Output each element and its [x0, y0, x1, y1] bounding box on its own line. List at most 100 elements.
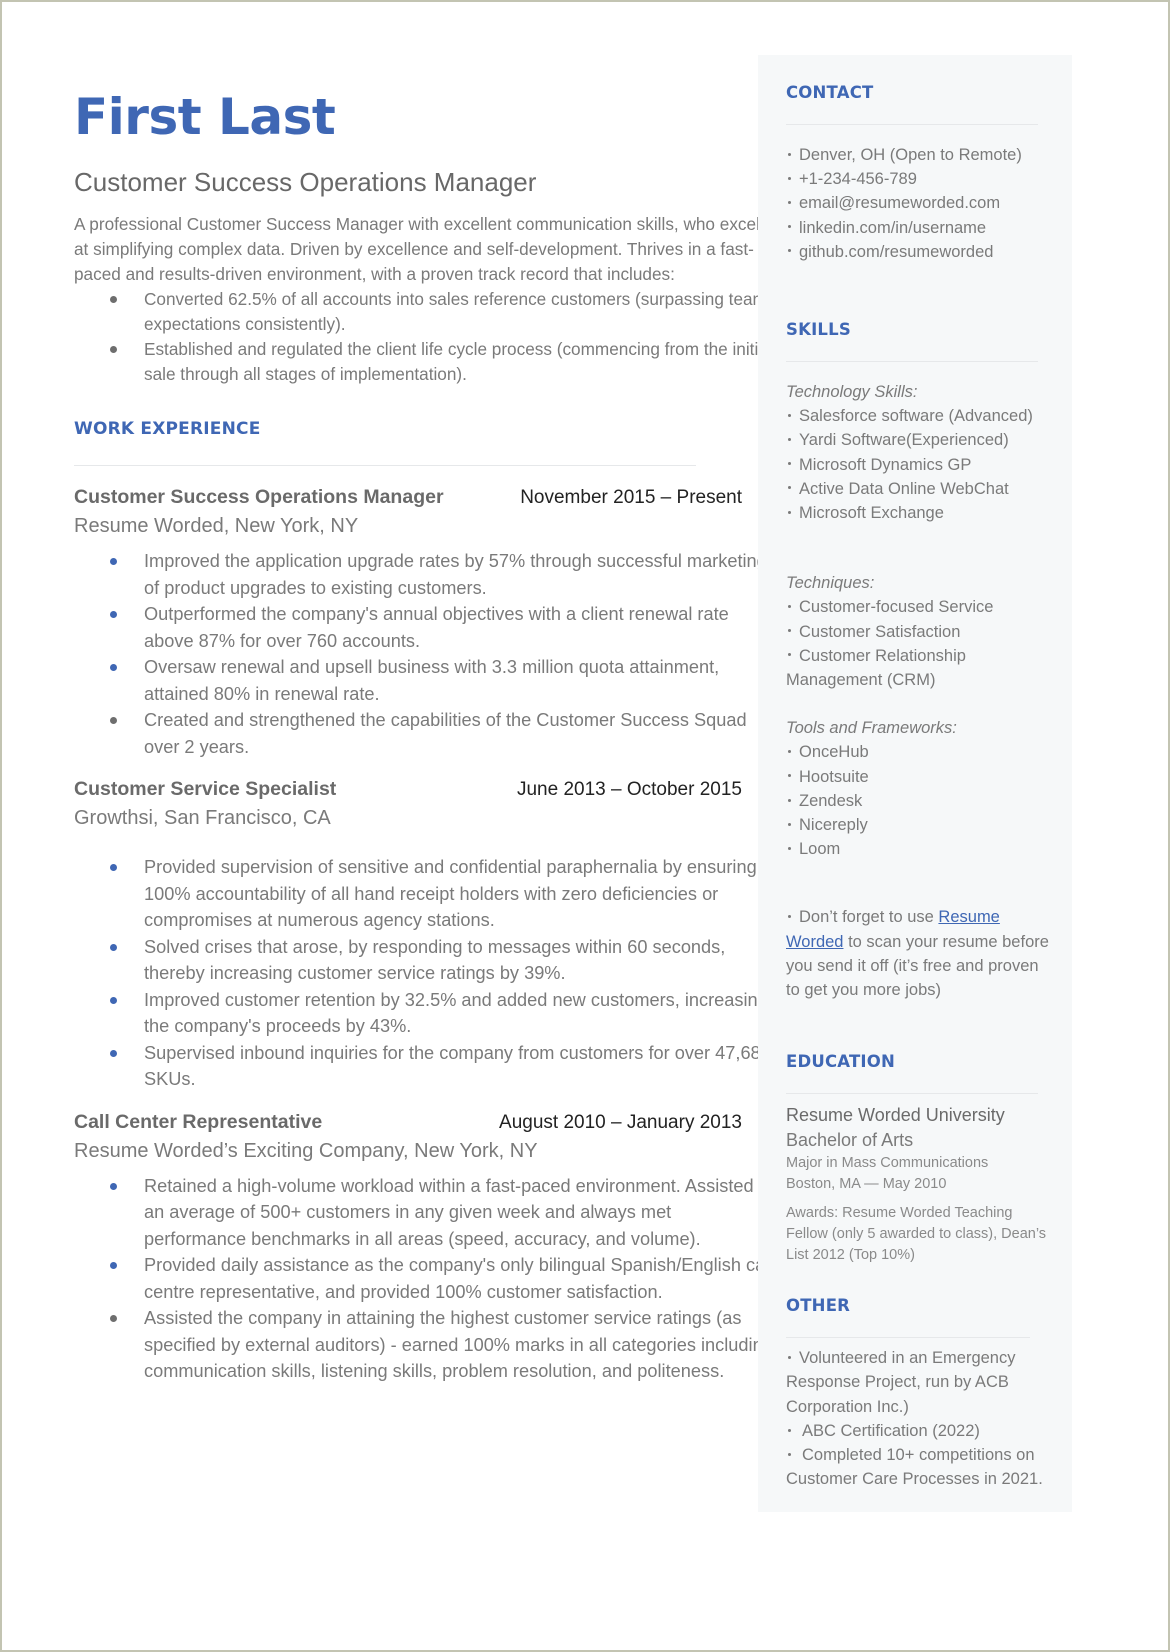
skill-item: Hootsuite — [786, 765, 1056, 789]
bullet-dot-icon — [788, 176, 791, 180]
bullet-dot-icon — [788, 774, 791, 778]
other-item: Completed 10+ competitions on Customer C… — [786, 1446, 1043, 1489]
bullet-dot-icon — [110, 1182, 117, 1190]
contact-location: Denver, OH (Open to Remote) — [786, 143, 1056, 167]
contact-list: Denver, OH (Open to Remote) +1-234-456-7… — [786, 143, 1056, 264]
bullet-dot-icon — [110, 558, 117, 565]
bullet-dot-icon — [110, 1315, 117, 1322]
techniques-label: Techniques: — [786, 574, 875, 593]
job-bullets: Provided supervision of sensitive and co… — [74, 854, 774, 1093]
skill-item: Zendesk — [786, 789, 1056, 813]
resume-tip: Don’t forget to use Resume Worded to sca… — [786, 908, 1049, 1000]
bullet-dot-icon — [788, 1452, 791, 1456]
job-dates: August 2010 – January 2013 — [499, 1111, 742, 1133]
bullet-dot-icon — [788, 822, 791, 826]
bullet-dot-icon — [788, 510, 791, 514]
job-title: Call Center Representative — [74, 1110, 323, 1133]
skill-item: Customer Satisfaction — [786, 620, 1056, 644]
summary-bullets: Converted 62.5% of all accounts into sal… — [74, 287, 774, 387]
job-company: Growthsi, San Francisco, CA — [74, 807, 331, 829]
job-bullet: Provided daily assistance as the company… — [74, 1252, 774, 1305]
other-list: Volunteered in an Emergency Response Pro… — [786, 1346, 1056, 1491]
summary-text: A professional Customer Success Manager … — [74, 214, 769, 284]
summary-bullet: Converted 62.5% of all accounts into sal… — [74, 287, 774, 337]
education-location-date: Boston, MA — May 2010 — [786, 1176, 947, 1193]
bullet-dot-icon — [788, 201, 791, 205]
education-school: Resume Worded University — [786, 1105, 1005, 1126]
bullet-dot-icon — [788, 653, 791, 657]
bullet-dot-icon — [788, 152, 791, 156]
technology-skills-list: Salesforce software (Advanced) Yardi Sof… — [786, 404, 1056, 525]
job-entry: Call Center Representative August 2010 –… — [74, 1111, 774, 1385]
other-heading: OTHER — [786, 1296, 851, 1316]
job-bullets: Retained a high-volume workload within a… — [74, 1173, 774, 1385]
skill-item: Microsoft Dynamics GP — [786, 453, 1056, 477]
candidate-name: First Last — [74, 88, 336, 146]
job-bullet: Provided supervision of sensitive and co… — [74, 854, 774, 934]
bullet-dot-icon — [110, 1262, 117, 1269]
bullet-dot-icon — [110, 996, 117, 1004]
other-item: Volunteered in an Emergency Response Pro… — [786, 1349, 1016, 1416]
job-bullet: Solved crises that arose, by responding … — [74, 934, 774, 987]
skill-item: Salesforce software (Advanced) — [786, 404, 1056, 428]
job-bullet: Improved the application upgrade rates b… — [74, 548, 774, 601]
tools-label: Tools and Frameworks: — [786, 719, 957, 738]
bullet-dot-icon — [110, 664, 117, 671]
section-divider — [786, 124, 1038, 125]
bullet-dot-icon — [110, 717, 117, 724]
bullet-dot-icon — [788, 1355, 791, 1359]
job-header: Call Center Representative August 2010 –… — [74, 1111, 742, 1134]
job-title: Customer Service Specialist — [74, 778, 337, 800]
job-header: Customer Success Operations Manager Nove… — [74, 486, 742, 509]
bullet-dot-icon — [110, 296, 117, 303]
job-bullet: Retained a high-volume workload within a… — [74, 1173, 774, 1253]
section-divider — [786, 1093, 1038, 1095]
contact-phone[interactable]: +1-234-456-789 — [786, 167, 1056, 191]
job-entry: Customer Success Operations Manager Nove… — [74, 486, 774, 760]
bullet-dot-icon — [788, 798, 791, 802]
job-dates: June 2013 – October 2015 — [516, 779, 742, 800]
job-bullet: Oversaw renewal and upsell business with… — [74, 654, 774, 707]
education-awards: Awards: Resume Worded Teaching Fellow (o… — [786, 1205, 1047, 1264]
bullet-dot-icon — [788, 438, 791, 442]
job-bullets: Improved the application upgrade rates b… — [74, 548, 774, 760]
education-degree: Bachelor of Arts — [786, 1130, 914, 1151]
skill-item: Loom — [786, 837, 1056, 861]
skill-item: Nicereply — [786, 813, 1056, 837]
resume-page: First Last Customer Success Operations M… — [0, 0, 1170, 1652]
bullet-dot-icon — [788, 486, 791, 490]
job-bullet: Outperformed the company's annual object… — [74, 601, 774, 654]
candidate-title: Customer Success Operations Manager — [74, 167, 537, 197]
technology-skills-label: Technology Skills: — [786, 383, 918, 402]
bullet-dot-icon — [788, 249, 791, 253]
job-header: Customer Service Specialist June 2013 – … — [74, 778, 742, 801]
bullet-dot-icon — [788, 605, 791, 609]
contact-email[interactable]: email@resumeworded.com — [786, 191, 1056, 215]
bullet-dot-icon — [788, 846, 791, 850]
contact-linkedin[interactable]: linkedin.com/in/username — [786, 216, 1056, 240]
techniques-list: Customer-focused Service Customer Satisf… — [786, 595, 1056, 692]
skill-item: Customer-focused Service — [786, 595, 1056, 619]
bullet-dot-icon — [788, 915, 791, 919]
bullet-dot-icon — [110, 1049, 117, 1057]
skills-heading: SKILLS — [786, 320, 851, 340]
bullet-dot-icon — [110, 346, 117, 353]
skill-item: OnceHub — [786, 740, 1056, 764]
job-title: Customer Success Operations Manager — [74, 486, 444, 508]
skill-item: Active Data Online WebChat — [786, 477, 1056, 501]
section-divider — [786, 361, 1038, 363]
section-divider — [74, 465, 696, 466]
sidebar: CONTACT Denver, OH (Open to Remote) +1-2… — [758, 55, 1072, 1512]
summary-bullet: Established and regulated the client lif… — [74, 337, 774, 387]
job-entry: Customer Service Specialist June 2013 – … — [74, 778, 774, 1093]
bullet-dot-icon — [788, 462, 791, 466]
job-bullet: Assisted the company in attaining the hi… — [74, 1305, 774, 1385]
skill-item: Customer Relationship Management (CRM) — [786, 646, 966, 690]
contact-github[interactable]: github.com/resumeworded — [786, 240, 1056, 264]
job-company: Resume Worded’s Exciting Company, New Yo… — [74, 1139, 538, 1162]
job-company: Resume Worded, New York, NY — [74, 515, 359, 537]
job-bullet: Created and strengthened the capabilitie… — [74, 707, 774, 760]
job-bullet: Supervised inbound inquiries for the com… — [74, 1040, 774, 1093]
skill-item: Yardi Software(Experienced) — [786, 428, 1056, 452]
bullet-dot-icon — [788, 1428, 791, 1432]
